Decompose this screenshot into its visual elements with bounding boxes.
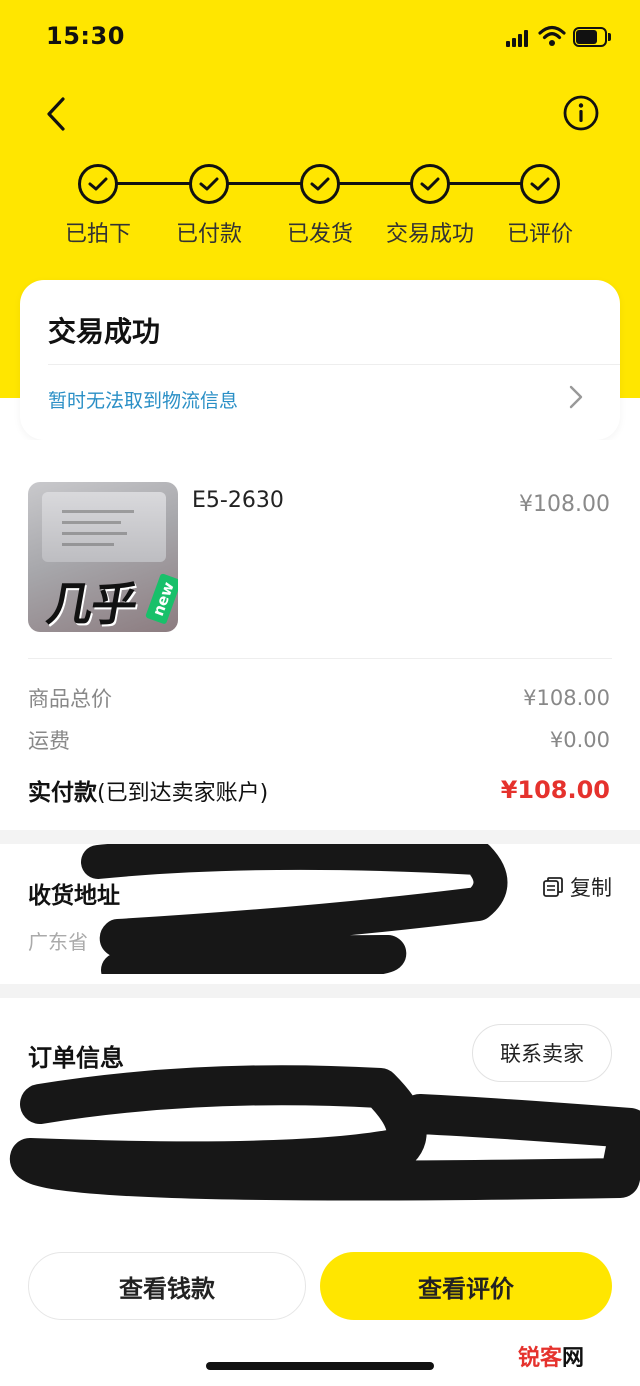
watermark: 锐客网 — [518, 1340, 584, 1372]
section-gap — [0, 984, 640, 998]
home-indicator[interactable] — [206, 1362, 434, 1370]
step-label: 交易成功 — [385, 222, 474, 247]
new-badge: new — [145, 573, 178, 625]
step-placed: 已拍下 — [38, 160, 158, 248]
goods-total-label: 商品总价 — [28, 687, 112, 711]
goods-total-row: 商品总价 ¥108.00 — [28, 682, 610, 714]
copy-address-button[interactable]: 复制 — [542, 872, 612, 902]
back-button[interactable] — [36, 92, 76, 136]
info-circle-icon[interactable] — [562, 94, 600, 132]
order-progress: 已拍下 已付款 已发货 交易成功 已评价 — [0, 160, 640, 260]
order-status-card: 交易成功 暂时无法取到物流信息 — [20, 280, 620, 440]
order-info-section: 订单信息 联系卖家 — [0, 998, 640, 1234]
divider — [28, 658, 612, 659]
divider — [48, 364, 620, 365]
shipping-row: 运费 ¥0.00 — [28, 724, 610, 756]
step-shipped: 已发货 — [260, 160, 380, 248]
check-icon — [78, 164, 118, 204]
bottom-action-bar: 查看钱款 查看评价 锐客网 — [0, 1234, 640, 1386]
step-reviewed: 已评价 — [480, 160, 600, 248]
cpu-chip-image — [42, 492, 166, 562]
paid-value: ¥108.00 — [500, 776, 610, 804]
cellular-signal-icon — [506, 30, 528, 47]
view-review-button[interactable]: 查看评价 — [320, 1252, 612, 1320]
watermark-black: 网 — [562, 1346, 585, 1371]
chevron-right-icon[interactable] — [568, 384, 584, 410]
battery-icon — [573, 27, 611, 47]
view-money-button[interactable]: 查看钱款 — [28, 1252, 306, 1320]
step-label: 已发货 — [286, 222, 353, 247]
step-paid: 已付款 — [149, 160, 269, 248]
address-section: 收货地址 复制 广东省 — [0, 844, 640, 984]
product-section: 几乎 new E5-2630 ¥108.00 商品总价 ¥108.00 运费 ¥… — [0, 440, 640, 830]
status-time: 15:30 — [46, 22, 125, 50]
status-bar: 15:30 — [0, 0, 640, 78]
watermark-red: 锐客 — [518, 1346, 563, 1371]
paid-label-main: 实付款 — [28, 780, 97, 806]
chevron-left-icon — [47, 97, 65, 131]
step-label: 已评价 — [506, 222, 573, 247]
redaction-mark — [81, 844, 508, 974]
thumbnail-caption: 几乎 — [42, 577, 141, 631]
check-icon — [520, 164, 560, 204]
product-price: ¥108.00 — [519, 492, 610, 517]
paid-label-note: (已到达卖家账户) — [97, 781, 269, 806]
section-gap — [0, 830, 640, 844]
step-label: 已拍下 — [64, 222, 131, 247]
check-icon — [300, 164, 340, 204]
paid-label: 实付款(已到达卖家账户) — [28, 773, 268, 807]
goods-total-value: ¥108.00 — [523, 686, 610, 710]
redaction-mark — [10, 1065, 640, 1201]
shipping-label: 运费 — [28, 729, 70, 753]
order-status-title: 交易成功 — [48, 315, 161, 348]
wifi-icon — [538, 25, 566, 46]
product-name[interactable]: E5-2630 — [192, 488, 284, 513]
copy-icon — [543, 877, 563, 897]
step-label: 已付款 — [175, 222, 242, 247]
paid-row: 实付款(已到达卖家账户) ¥108.00 — [28, 774, 610, 806]
copy-label: 复制 — [570, 876, 612, 900]
step-completed: 交易成功 — [370, 160, 490, 248]
check-icon — [410, 164, 450, 204]
product-thumbnail[interactable]: 几乎 new — [28, 482, 178, 632]
logistics-info-link[interactable]: 暂时无法取到物流信息 — [48, 386, 238, 413]
shipping-value: ¥0.00 — [549, 728, 610, 752]
check-icon — [189, 164, 229, 204]
